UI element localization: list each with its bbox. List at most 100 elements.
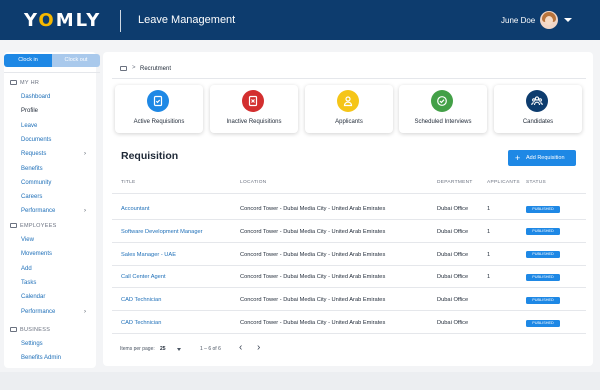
breadcrumb-divider [112, 78, 586, 79]
summary-card-applicants[interactable]: Applicants [305, 85, 393, 133]
summary-card-scheduled-interviews[interactable]: Scheduled Interviews [399, 85, 487, 133]
requisition-title-link[interactable]: Sales Manager - UAE [121, 252, 176, 258]
user-name[interactable]: June Doe [501, 16, 535, 25]
row-divider [112, 310, 586, 312]
row-divider [112, 264, 586, 266]
chevron-right-icon[interactable]: › [84, 208, 86, 214]
pagination-range: 1 – 6 of 6 [200, 346, 221, 352]
requisition-location: Concord Tower - Dubai Media City - Unite… [240, 206, 386, 212]
requisition-location: Concord Tower - Dubai Media City - Unite… [240, 274, 386, 281]
breadcrumb-separator: > [132, 65, 136, 71]
status-badge: PUBLISHED [526, 319, 560, 327]
row-divider [112, 219, 586, 220]
row-divider [112, 287, 586, 289]
plus-icon: + [515, 153, 521, 163]
sidebar-item-leave[interactable]: Leave [21, 123, 37, 129]
requisition-applicants: 1 [487, 251, 491, 258]
summary-card-candidates[interactable]: Candidates [494, 85, 582, 133]
sidebar-item-benefits-admin[interactable]: Benefits Admin [21, 355, 61, 361]
requisition-title-link[interactable]: Software Development Manager [121, 229, 203, 235]
column-header-title[interactable]: TITLE [121, 180, 136, 185]
requisition-location: Concord Tower - Dubai Media City - Unite… [240, 228, 386, 235]
status-badge: PUBLISHED [526, 205, 560, 213]
status-badge: PUBLISHED [526, 228, 560, 236]
group-icon [526, 90, 548, 112]
sidebar-item-performance[interactable]: Performance [21, 309, 55, 315]
column-header-department[interactable]: DEPARTMENT [437, 180, 473, 185]
column-header-applicants[interactable]: APPLICANTS [487, 180, 520, 185]
summary-card-inactive-requisitions[interactable]: Inactive Requisitions [210, 85, 298, 133]
clock-out-button[interactable]: Clock out [52, 54, 100, 67]
yomly-logo[interactable]: YOMLY [24, 10, 101, 31]
user-avatar[interactable] [540, 11, 558, 29]
requisition-department: Dubai Office [437, 297, 469, 304]
document-check-icon [147, 90, 169, 112]
clock-in-button[interactable]: Clock in [4, 54, 52, 67]
requisition-title-link[interactable]: Call Center Agent [121, 274, 166, 280]
sidebar-section-employees: EMPLOYEES [10, 223, 57, 229]
row-divider [112, 241, 586, 243]
summary-card-active-requisitions[interactable]: Active Requisitions [115, 85, 203, 133]
chevron-right-icon[interactable]: › [84, 151, 86, 157]
sidebar-item-benefits[interactable]: Benefits [21, 166, 43, 172]
sidebar-item-documents[interactable]: Documents [21, 137, 51, 143]
section-my-hr-icon [10, 80, 17, 86]
column-header-location[interactable]: LOCATION [240, 180, 267, 185]
header-divider [120, 10, 121, 32]
requisition-title-link[interactable]: CAD Technician [121, 297, 161, 303]
requisition-applicants: 1 [487, 274, 491, 281]
clock-toggle: Clock in Clock out [4, 54, 100, 67]
sidebar-item-dashboard[interactable]: Dashboard [21, 94, 50, 100]
summary-card-label: Scheduled Interviews [414, 119, 472, 125]
summary-card-label: Inactive Requisitions [226, 119, 282, 125]
person-icon [337, 90, 359, 112]
requisition-department: Dubai Office [437, 251, 469, 258]
breadcrumb-current: Recrutment [140, 66, 172, 72]
summary-card-label: Applicants [335, 119, 363, 125]
sidebar-item-view[interactable]: View [21, 237, 34, 243]
table-header-divider [112, 193, 586, 194]
items-per-page-chevron-down-icon[interactable] [177, 348, 181, 351]
requisition-department: Dubai Office [437, 320, 469, 326]
requisition-title-link[interactable]: CAD Technician [121, 320, 161, 326]
requisition-department: Dubai Office [437, 206, 469, 212]
sidebar-item-profile[interactable]: Profile [21, 108, 38, 114]
requisition-location: Concord Tower - Dubai Media City - Unite… [240, 297, 386, 304]
previous-page-button[interactable]: ‹ [239, 342, 242, 353]
status-badge: PUBLISHED [526, 273, 560, 281]
requisition-applicants: 1 [487, 206, 491, 212]
chevron-right-icon[interactable]: › [84, 309, 86, 315]
sidebar-item-requests[interactable]: Requests [21, 151, 46, 157]
sidebar-section-business: BUSINESS [10, 327, 50, 333]
add-requisition-button[interactable]: + Add Requisition [508, 150, 576, 166]
top-bar: YOMLY Leave Management June Doe [0, 0, 600, 40]
document-x-icon [242, 90, 264, 112]
sidebar-item-calendar[interactable]: Calendar [21, 294, 45, 300]
status-badge: PUBLISHED [526, 296, 560, 304]
column-header-status[interactable]: STATUS [526, 180, 546, 185]
items-per-page-select[interactable]: 25 [160, 346, 166, 352]
status-badge: PUBLISHED [526, 251, 560, 259]
sidebar-item-movements[interactable]: Movements [21, 251, 52, 257]
sidebar-section-label: MY HR [20, 80, 40, 86]
page-title: Requisition [121, 150, 179, 162]
sidebar-item-tasks[interactable]: Tasks [21, 280, 36, 286]
check-circle-icon [431, 90, 453, 112]
sidebar-item-careers[interactable]: Careers [21, 194, 42, 200]
requisition-department: Dubai Office [437, 274, 469, 281]
footer-band [0, 372, 600, 390]
section-employees-icon [10, 223, 17, 229]
sidebar-section-my-hr: MY HR [10, 80, 39, 86]
sidebar-item-community[interactable]: Community [21, 180, 51, 186]
next-page-button[interactable]: › [257, 342, 260, 353]
home-icon[interactable] [120, 66, 127, 71]
requisition-applicants: 1 [487, 228, 491, 235]
user-menu-chevron-down-icon[interactable] [564, 18, 572, 22]
sidebar-item-performance[interactable]: Performance [21, 208, 55, 214]
section-business-icon [10, 327, 17, 333]
summary-card-label: Active Requisitions [133, 119, 185, 125]
requisition-department: Dubai Office [437, 228, 469, 235]
requisition-title-link[interactable]: Accountant [121, 206, 149, 212]
sidebar-item-settings[interactable]: Settings [21, 341, 43, 347]
sidebar-item-add[interactable]: Add [21, 266, 32, 272]
